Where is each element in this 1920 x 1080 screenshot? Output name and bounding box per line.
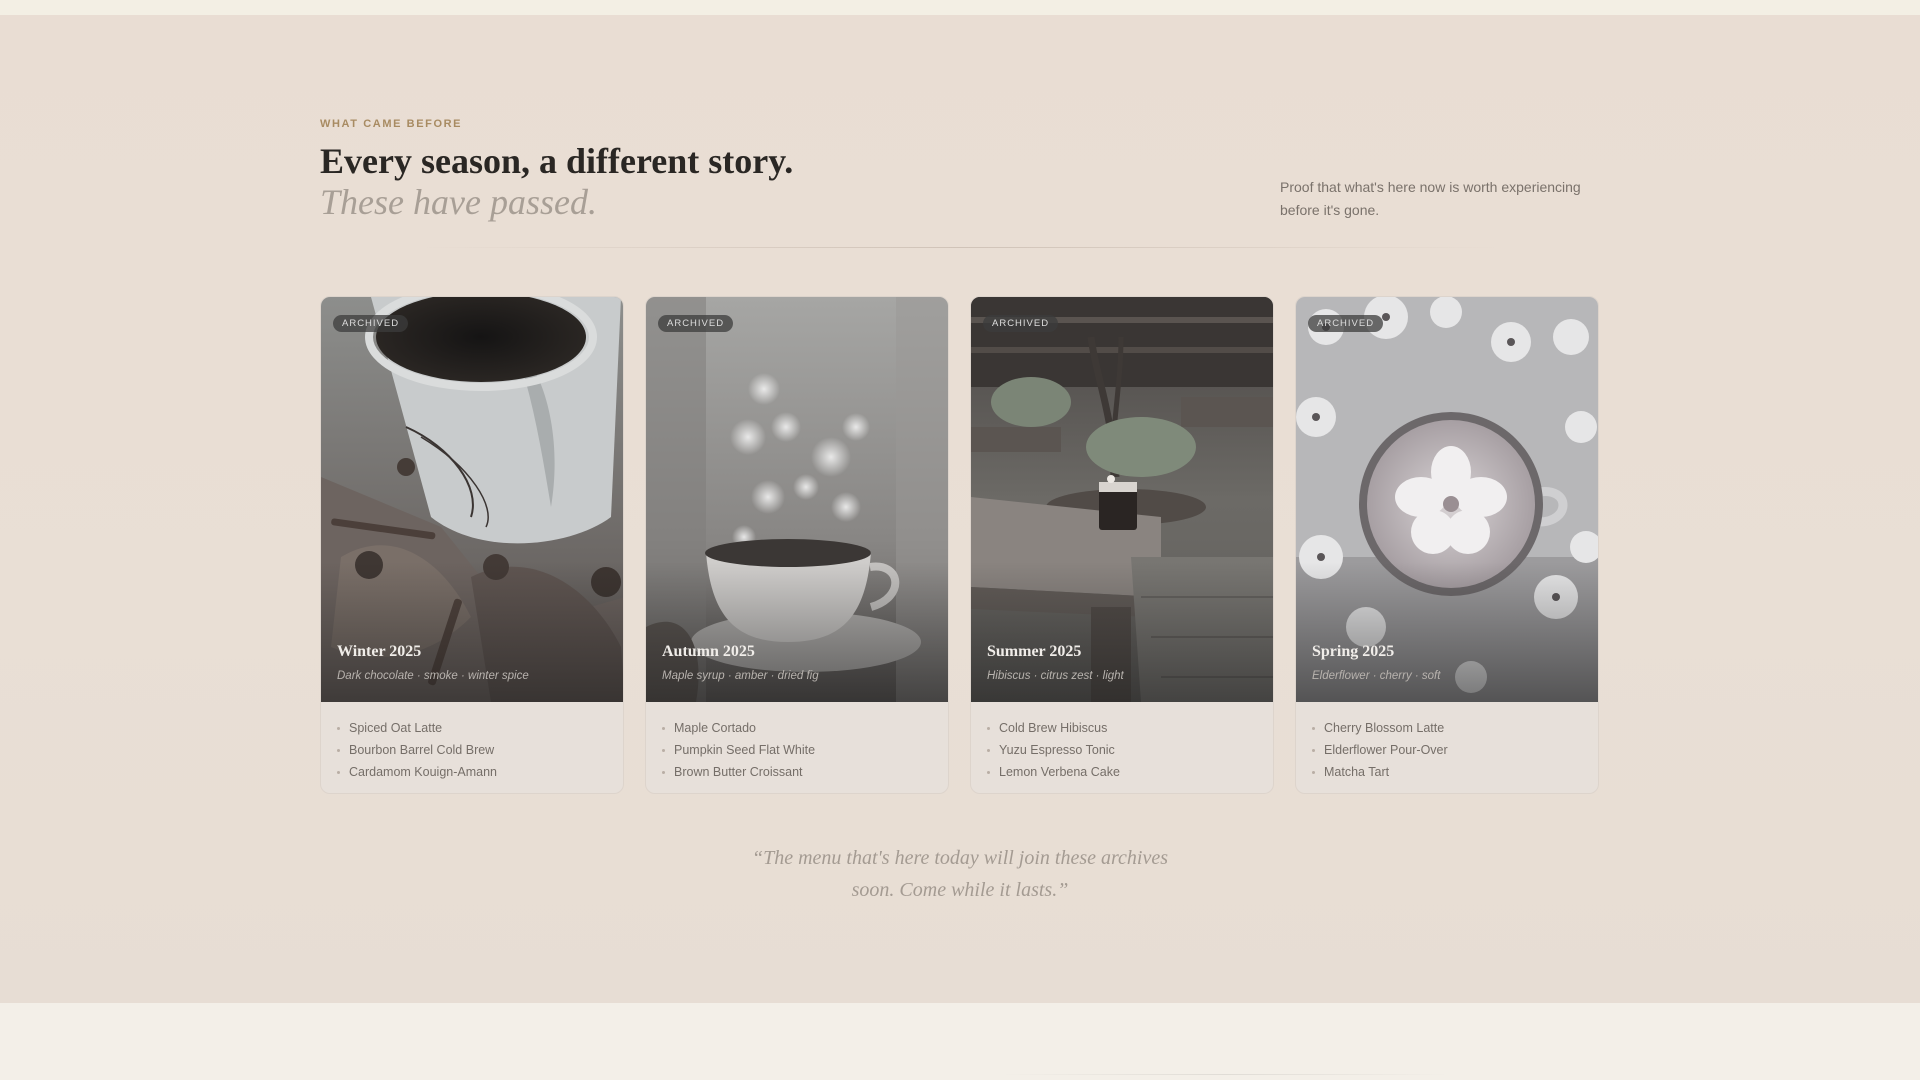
flavor-notes: Elderflower · cherry · soft bbox=[1312, 670, 1441, 682]
list-item: Cold Brew Hibiscus bbox=[987, 717, 1120, 739]
season-title: Spring 2025 bbox=[1312, 643, 1395, 660]
season-photo-autumn bbox=[646, 297, 948, 702]
archived-badge: ARCHIVED bbox=[1308, 315, 1384, 332]
season-title: Winter 2025 bbox=[337, 643, 422, 660]
top-strip bbox=[0, 0, 1920, 15]
section-subtitle: These have passed. bbox=[320, 182, 597, 222]
archived-badge: ARCHIVED bbox=[658, 315, 734, 332]
list-item: Pumpkin Seed Flat White bbox=[662, 739, 815, 761]
season-card-winter[interactable]: ARCHIVED Winter 2025 Dark chocolate · sm… bbox=[320, 296, 624, 794]
season-title: Summer 2025 bbox=[987, 643, 1082, 660]
next-section-background bbox=[0, 1003, 1920, 1080]
flavor-notes: Dark chocolate · smoke · winter spice bbox=[337, 670, 529, 682]
season-photo-spring bbox=[1296, 297, 1598, 702]
section-divider bbox=[420, 247, 1500, 248]
list-item: Cardamom Kouign-Amann bbox=[337, 761, 497, 783]
archived-badge: ARCHIVED bbox=[983, 315, 1059, 332]
list-item: Lemon Verbena Cake bbox=[987, 761, 1120, 783]
season-card-spring[interactable]: ARCHIVED Spring 2025 Elderflower · cherr… bbox=[1295, 296, 1599, 794]
season-card-summer[interactable]: ARCHIVED Summer 2025 Hibiscus · citrus z… bbox=[970, 296, 1274, 794]
list-item: Matcha Tart bbox=[1312, 761, 1448, 783]
section-eyebrow: WHAT CAME BEFORE bbox=[320, 118, 463, 130]
menu-item-list: Cherry Blossom Latte Elderflower Pour-Ov… bbox=[1312, 717, 1448, 783]
flavor-notes: Maple syrup · amber · dried fig bbox=[662, 670, 819, 682]
menu-item-list: Spiced Oat Latte Bourbon Barrel Cold Bre… bbox=[337, 717, 497, 783]
list-item: Elderflower Pour-Over bbox=[1312, 739, 1448, 761]
list-item: Bourbon Barrel Cold Brew bbox=[337, 739, 497, 761]
list-item: Yuzu Espresso Tonic bbox=[987, 739, 1120, 761]
menu-item-list: Maple Cortado Pumpkin Seed Flat White Br… bbox=[662, 717, 815, 783]
next-section-divider bbox=[1000, 1074, 1450, 1075]
section-title: Every season, a different story. bbox=[320, 141, 794, 181]
list-item: Brown Butter Croissant bbox=[662, 761, 815, 783]
menu-item-list: Cold Brew Hibiscus Yuzu Espresso Tonic L… bbox=[987, 717, 1120, 783]
closing-quote: “The menu that's here today will join th… bbox=[751, 847, 1169, 901]
section-intro: Proof that what's here now is worth expe… bbox=[1280, 179, 1581, 218]
archived-badge: ARCHIVED bbox=[333, 315, 409, 332]
season-photo-winter bbox=[321, 297, 623, 702]
list-item: Cherry Blossom Latte bbox=[1312, 717, 1448, 739]
season-title: Autumn 2025 bbox=[662, 643, 755, 660]
season-card-autumn[interactable]: ARCHIVED Autumn 2025 Maple syrup · amber… bbox=[645, 296, 949, 794]
list-item: Maple Cortado bbox=[662, 717, 815, 739]
season-photo-summer bbox=[971, 297, 1273, 702]
flavor-notes: Hibiscus · citrus zest · light bbox=[987, 670, 1124, 682]
list-item: Spiced Oat Latte bbox=[337, 717, 497, 739]
